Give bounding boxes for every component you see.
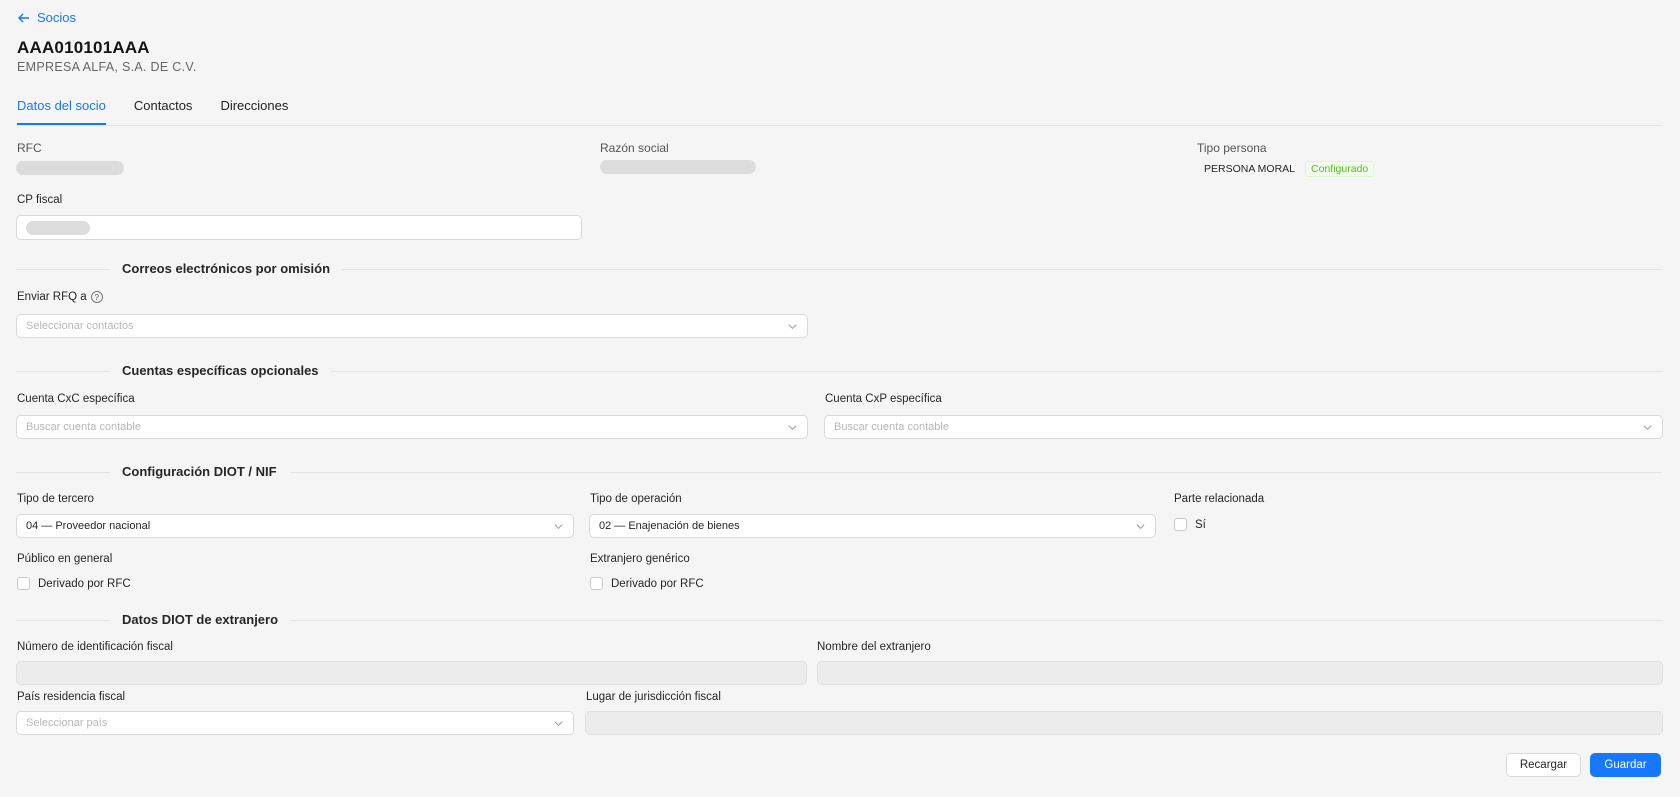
tipo-persona-value-row: PERSONA MORAL Configurado — [1204, 161, 1375, 177]
cxc-label: Cuenta CxC específica — [17, 393, 135, 405]
parte-relacionada-checkbox-row[interactable]: Sí — [1174, 518, 1206, 531]
parte-relacionada-option: Sí — [1195, 518, 1206, 531]
page-title: AAA010101AAA — [17, 38, 150, 57]
tab-contactos[interactable]: Contactos — [134, 96, 193, 125]
nif-label: Número de identificación fiscal — [17, 641, 173, 653]
cxc-select[interactable]: Buscar cuenta contable — [16, 415, 808, 439]
cxp-select[interactable]: Buscar cuenta contable — [824, 415, 1663, 439]
nif-input[interactable] — [16, 661, 807, 685]
nombre-extranjero-label: Nombre del extranjero — [817, 641, 931, 653]
cp-fiscal-value-placeholder — [26, 220, 90, 235]
razon-social-value-placeholder — [600, 160, 756, 174]
razon-social-label: Razón social — [600, 141, 669, 155]
chevron-down-icon — [1136, 523, 1145, 529]
tipo-operacion-value: 02 — Enajenación de bienes — [599, 520, 740, 532]
extranjero-generico-label: Extranjero genérico — [590, 553, 690, 565]
chevron-down-icon — [788, 323, 797, 329]
section-title-cuentas: Cuentas específicas opcionales — [110, 363, 331, 378]
parte-relacionada-checkbox[interactable] — [1174, 518, 1187, 531]
save-button[interactable]: Guardar — [1590, 753, 1661, 777]
tab-bar: Datos del socio Contactos Direcciones — [17, 96, 1663, 126]
pais-label: País residencia fiscal — [17, 691, 126, 703]
pais-placeholder: Seleccionar país — [26, 717, 108, 729]
arrow-left-icon — [18, 13, 29, 22]
chevron-down-icon — [1643, 424, 1652, 430]
back-link[interactable]: Socios — [17, 10, 76, 25]
cxp-placeholder: Buscar cuenta contable — [834, 421, 949, 433]
publico-general-label: Público en general — [17, 553, 113, 565]
extranjero-generico-checkbox-row[interactable]: Derivado por RFC — [590, 577, 704, 590]
tab-datos-del-socio[interactable]: Datos del socio — [17, 96, 106, 125]
tipo-operacion-select[interactable]: 02 — Enajenación de bienes — [589, 514, 1156, 538]
cp-fiscal-label: CP fiscal — [17, 194, 63, 206]
section-title-extranjero: Datos DIOT de extranjero — [110, 612, 291, 627]
section-title-diot: Configuración DIOT / NIF — [110, 464, 289, 479]
tipo-tercero-select[interactable]: 04 — Proveedor nacional — [16, 514, 574, 538]
cxp-label: Cuenta CxP específica — [825, 393, 942, 405]
enviar-rfq-placeholder: Seleccionar contactos — [26, 320, 134, 332]
tipo-operacion-label: Tipo de operación — [590, 493, 682, 505]
extranjero-generico-checkbox[interactable] — [590, 577, 603, 590]
tipo-tercero-value: 04 — Proveedor nacional — [26, 520, 151, 532]
cxc-placeholder: Buscar cuenta contable — [26, 421, 141, 433]
company-name: EMPRESA ALFA, S.A. DE C.V. — [17, 60, 197, 74]
rfc-value-placeholder — [16, 161, 124, 175]
tipo-persona-label: Tipo persona — [1197, 141, 1267, 155]
pais-select[interactable]: Seleccionar país — [16, 711, 574, 735]
enviar-rfq-label: Enviar RFQ a — [17, 291, 87, 303]
publico-general-option: Derivado por RFC — [38, 577, 131, 590]
lugar-jurisdiccion-input[interactable] — [585, 711, 1663, 735]
enviar-rfq-label-row: Enviar RFQ a ? — [17, 291, 103, 303]
lugar-jurisdiccion-label: Lugar de jurisdicción fiscal — [586, 691, 721, 703]
question-circle-icon[interactable]: ? — [90, 291, 103, 303]
enviar-rfq-select[interactable]: Seleccionar contactos — [16, 314, 808, 338]
tipo-tercero-label: Tipo de tercero — [17, 493, 94, 505]
publico-general-checkbox[interactable] — [17, 577, 30, 590]
reload-button[interactable]: Recargar — [1506, 753, 1581, 777]
chevron-down-icon — [788, 424, 797, 430]
status-badge: Configurado — [1305, 161, 1375, 177]
rfc-label: RFC — [17, 141, 42, 155]
chevron-down-icon — [554, 720, 563, 726]
tipo-persona-value: PERSONA MORAL — [1204, 163, 1296, 175]
cp-fiscal-input[interactable] — [16, 215, 582, 240]
extranjero-generico-option: Derivado por RFC — [611, 577, 704, 590]
section-title-correos: Correos electrónicos por omisión — [110, 261, 343, 276]
nombre-extranjero-input[interactable] — [817, 661, 1663, 685]
publico-general-checkbox-row[interactable]: Derivado por RFC — [17, 577, 131, 590]
chevron-down-icon — [554, 523, 563, 529]
back-link-label: Socios — [37, 10, 77, 25]
parte-relacionada-label: Parte relacionada — [1174, 493, 1265, 505]
tab-direcciones[interactable]: Direcciones — [220, 96, 288, 125]
